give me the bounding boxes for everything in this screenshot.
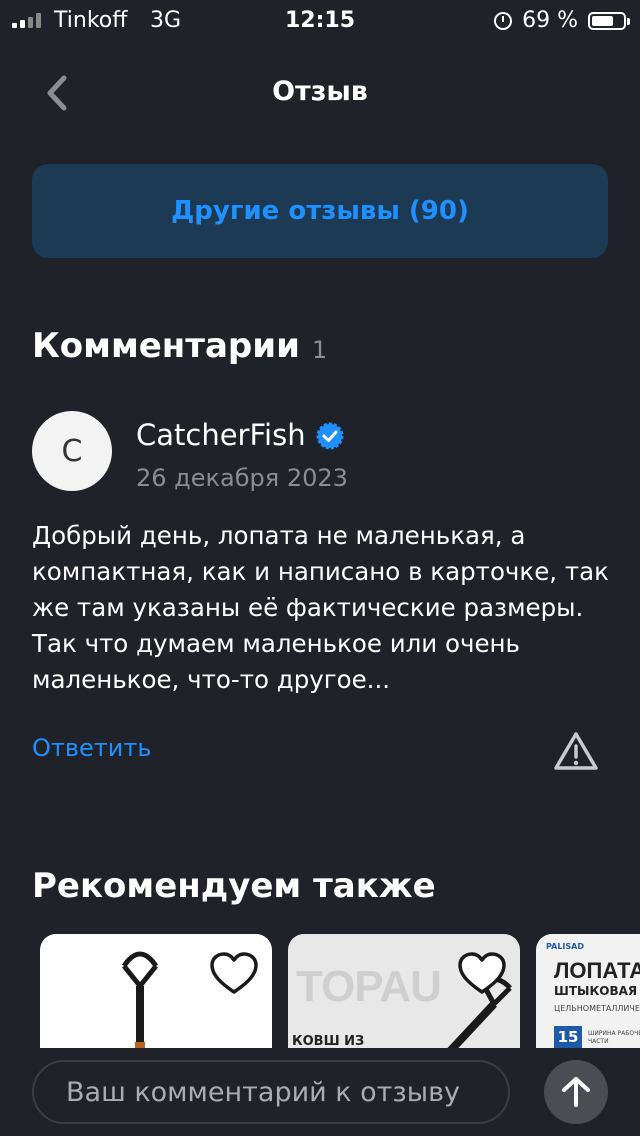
battery-percent: 69 % [522, 8, 578, 33]
product-title: ЛОПАТА [554, 958, 640, 983]
send-button[interactable] [544, 1060, 608, 1124]
heart-icon[interactable] [458, 952, 506, 996]
other-reviews-button[interactable]: Другие отзывы (90) [32, 164, 608, 258]
comments-heading: Комментарии [32, 326, 300, 366]
verified-check-icon [316, 422, 344, 450]
status-right: 69 % [494, 8, 630, 33]
product-subtitle-2: ЦЕЛЬНОМЕТАЛЛИЧЕ [554, 1004, 640, 1013]
comment-text: Добрый день, лопата не маленькая, а комп… [32, 521, 609, 694]
product-card[interactable]: PALISAD ЛОПАТА ШТЫКОВАЯ ЦЕЛЬНОМЕТАЛЛИЧЕ … [536, 934, 640, 1048]
arrow-up-icon [562, 1077, 590, 1107]
shovel-product-image [121, 951, 159, 1048]
nav-bar: Отзыв [0, 58, 640, 128]
recommend-heading: Рекомендуем также [32, 866, 436, 906]
comments-count: 1 [312, 336, 328, 364]
comment-date: 26 декабря 2023 [136, 464, 348, 492]
product-carousel[interactable]: TOPAU КОВШ ИЗ PALISAD ЛОПАТА ШТЫКОВАЯ ЦЕ… [0, 934, 640, 1048]
product-card[interactable] [40, 934, 272, 1048]
avatar[interactable]: C [32, 411, 112, 491]
author-name[interactable]: CatcherFish [136, 418, 306, 452]
comment-input[interactable] [32, 1060, 510, 1124]
warning-icon[interactable] [552, 730, 600, 772]
status-bar: Tinkoff 3G 12:15 69 % [0, 0, 640, 42]
product-card[interactable]: TOPAU КОВШ ИЗ [288, 934, 520, 1048]
heart-icon[interactable] [210, 952, 258, 996]
product-caption: КОВШ ИЗ [292, 1034, 365, 1048]
comment-input-bar [0, 1048, 640, 1136]
product-badge: 15 [554, 1026, 582, 1048]
reply-link[interactable]: Ответить [32, 734, 151, 762]
battery-icon [588, 11, 630, 30]
page-title: Отзыв [272, 76, 368, 107]
alarm-icon [494, 11, 513, 30]
product-subtitle: ШТЫКОВАЯ [554, 984, 638, 998]
product-note: ШИРИНА РАБОЧЕЙ ЧАСТИ [588, 1030, 640, 1045]
product-brand: PALISAD [546, 942, 584, 951]
